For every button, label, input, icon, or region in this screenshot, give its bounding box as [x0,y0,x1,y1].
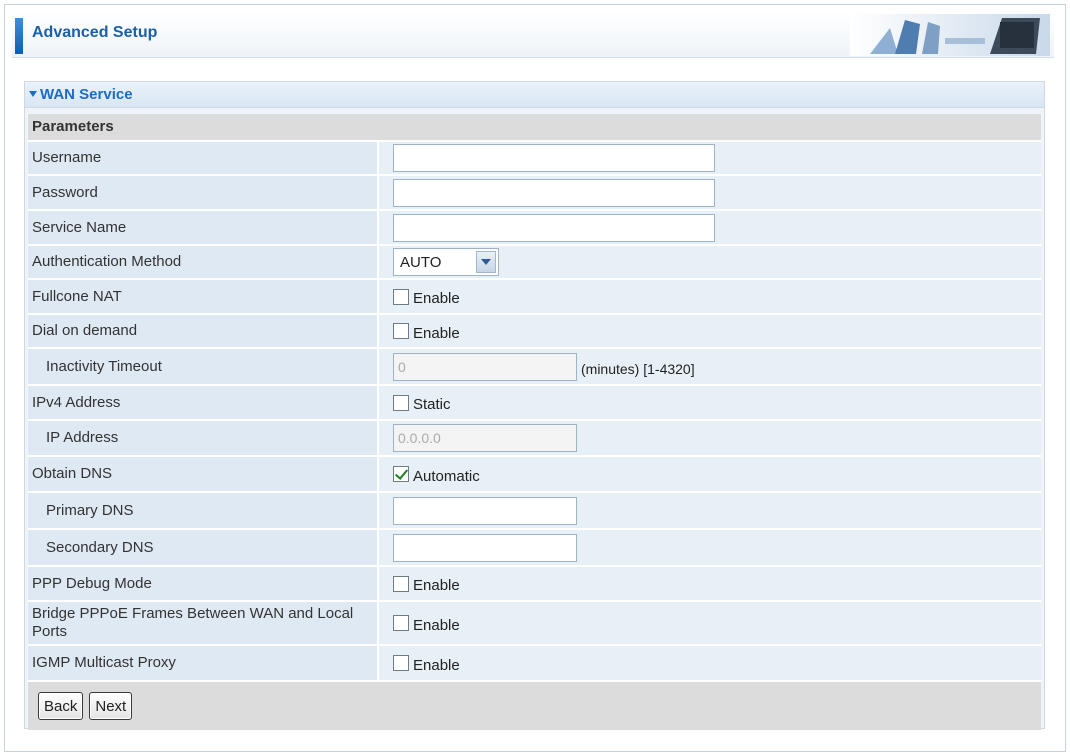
row-obtain-dns: Obtain DNS Automatic [28,455,1041,491]
next-button[interactable]: Next [89,692,133,720]
primary-dns-label: Primary DNS [28,493,379,528]
collapse-triangle-icon[interactable] [29,91,37,97]
fullcone-nat-checkbox-label: Enable [413,290,460,307]
password-input[interactable] [393,178,715,207]
ppp-debug-label: PPP Debug Mode [28,567,379,600]
row-secondary-dns: Secondary DNS [28,528,1041,565]
row-service-name: Service Name [28,209,1041,244]
username-label: Username [28,142,379,174]
row-primary-dns: Primary DNS [28,491,1041,528]
bridge-pppoe-label: Bridge PPPoE Frames Between WAN and Loca… [28,602,379,644]
panel-title[interactable]: WAN Service [25,82,1044,108]
dial-on-demand-label: Dial on demand [28,315,379,347]
page-title: Advanced Setup [32,24,158,41]
bridge-pppoe-checkbox[interactable] [393,615,409,631]
username-input[interactable] [393,144,715,172]
igmp-proxy-checkbox-label: Enable [413,656,460,674]
bridge-pppoe-checkbox-label: Enable [413,616,460,634]
row-ppp-debug: PPP Debug Mode Enable [28,565,1041,600]
secondary-dns-input[interactable] [393,533,577,562]
row-dial-on-demand: Dial on demand Enable [28,313,1041,347]
igmp-proxy-label: IGMP Multicast Proxy [28,646,379,680]
office-banner-graphic [850,14,1050,56]
dial-on-demand-checkbox-label: Enable [413,324,460,342]
igmp-proxy-checkbox[interactable] [393,655,409,671]
ppp-debug-checkbox-label: Enable [413,577,460,594]
row-fullcone-nat: Fullcone NAT Enable [28,278,1041,313]
obtain-dns-label: Obtain DNS [28,457,379,491]
ipv4-static-checkbox-label: Static [413,396,451,413]
parameters-heading: Parameters [28,114,1041,140]
row-bridge-pppoe: Bridge PPPoE Frames Between WAN and Loca… [28,600,1041,644]
dial-on-demand-checkbox[interactable] [393,323,409,339]
primary-dns-input[interactable] [393,496,577,525]
button-bar: Back Next [28,680,1041,730]
row-ipv4-address: IPv4 Address Static [28,384,1041,419]
row-igmp-proxy: IGMP Multicast Proxy Enable [28,644,1041,680]
secondary-dns-label: Secondary DNS [28,530,379,565]
row-auth-method: Authentication Method AUTO [28,244,1041,278]
inactivity-timeout-unit: (minutes) [1-4320] [581,360,695,377]
fullcone-nat-checkbox[interactable] [393,288,409,305]
back-button[interactable]: Back [38,692,84,720]
auth-method-select[interactable]: AUTO [393,248,499,276]
password-label: Password [28,176,379,209]
obtain-dns-automatic-checkbox[interactable] [393,466,409,482]
auth-method-label: Authentication Method [28,246,379,278]
row-ip-address: IP Address [28,419,1041,455]
fullcone-nat-label: Fullcone NAT [28,280,379,313]
inactivity-timeout-label: Inactivity Timeout [28,349,379,384]
service-name-input[interactable] [393,213,715,242]
row-username: Username [28,140,1041,174]
inactivity-timeout-input[interactable] [393,352,577,381]
obtain-dns-automatic-label: Automatic [413,467,480,485]
auth-method-selected: AUTO [400,253,442,271]
chevron-down-icon[interactable] [476,251,496,273]
panel-title-text: WAN Service [40,86,133,103]
ip-address-input[interactable] [393,424,577,452]
ppp-debug-checkbox[interactable] [393,575,409,592]
ip-address-label: IP Address [28,421,379,455]
row-inactivity-timeout: Inactivity Timeout (minutes) [1-4320] [28,347,1041,384]
service-name-label: Service Name [28,211,379,244]
wan-service-panel: WAN Service Parameters Username Password… [24,81,1045,730]
page-header: Advanced Setup [12,12,1054,58]
parameters-table: Parameters Username Password Service Nam… [28,114,1041,730]
header-accent-bar [15,18,23,54]
row-password: Password [28,174,1041,209]
ipv4-static-checkbox[interactable] [393,394,409,411]
ipv4-address-label: IPv4 Address [28,386,379,419]
